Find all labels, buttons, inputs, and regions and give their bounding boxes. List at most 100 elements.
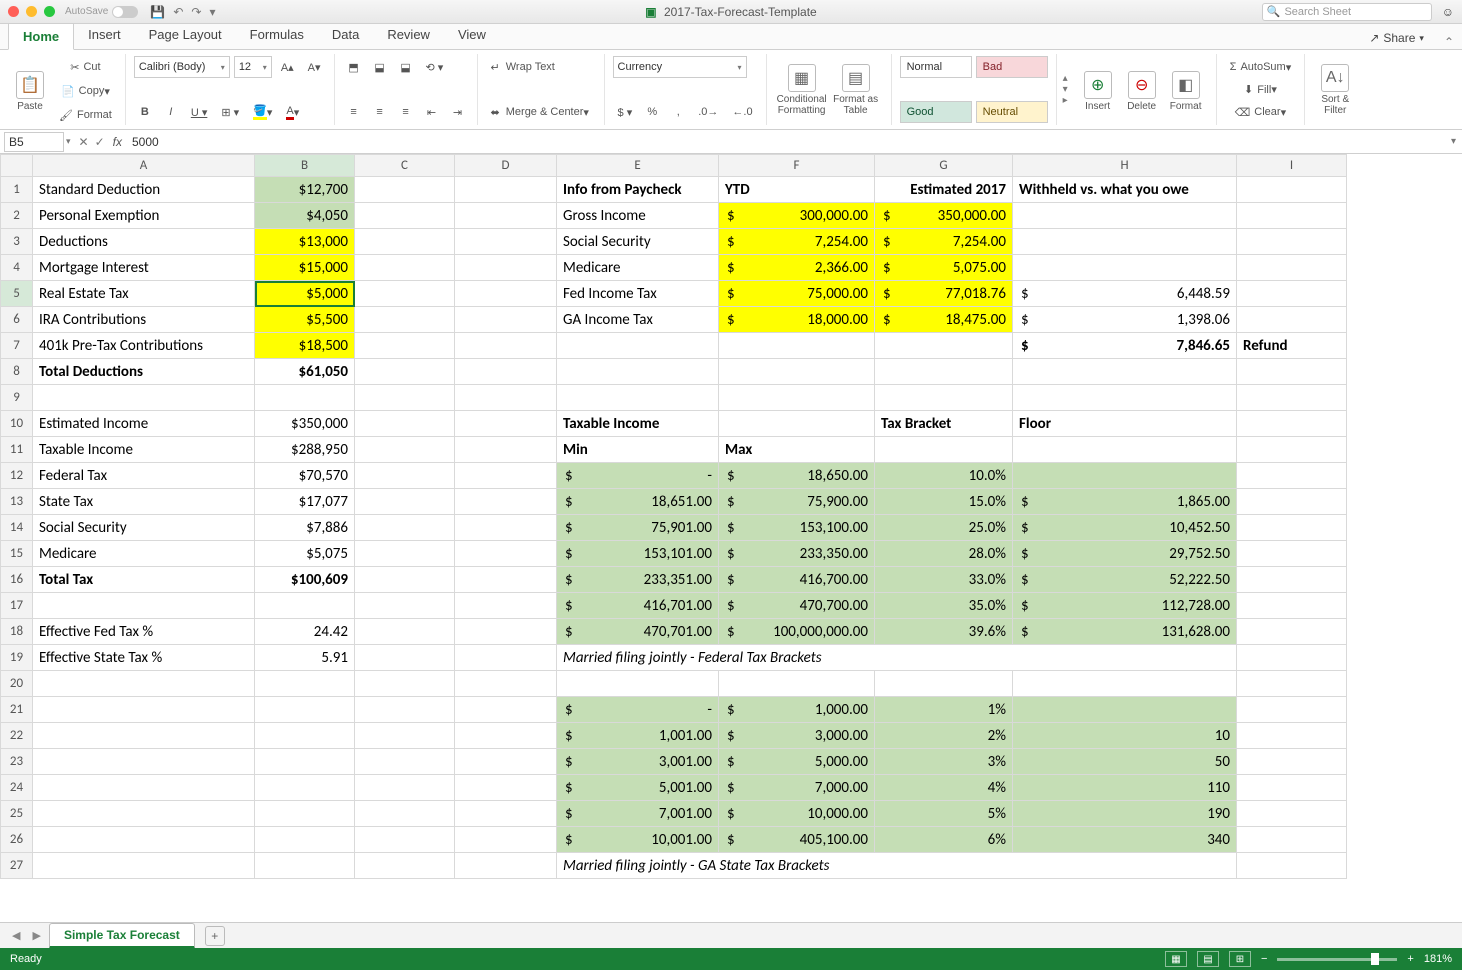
increase-indent-icon[interactable]: ⇥: [447, 101, 469, 123]
cell-D21[interactable]: [455, 697, 557, 723]
cell-G9[interactable]: [875, 385, 1013, 411]
cell-I2[interactable]: [1237, 203, 1347, 229]
row-header-14[interactable]: 14: [1, 515, 33, 541]
cell-C7[interactable]: [355, 333, 455, 359]
orientation-icon[interactable]: ⟲ ▾: [421, 56, 449, 78]
cell-D12[interactable]: [455, 463, 557, 489]
cell-D4[interactable]: [455, 255, 557, 281]
expand-formula-icon[interactable]: ▾: [1451, 136, 1456, 147]
cell-I15[interactable]: [1237, 541, 1347, 567]
cell-I20[interactable]: [1237, 671, 1347, 697]
cell-H15[interactable]: $29,752.50: [1013, 541, 1237, 567]
cell-F5[interactable]: $75,000.00: [719, 281, 875, 307]
cell-A25[interactable]: [33, 801, 255, 827]
row-header-11[interactable]: 11: [1, 437, 33, 463]
cell-D14[interactable]: [455, 515, 557, 541]
row-header-17[interactable]: 17: [1, 593, 33, 619]
cell-E22[interactable]: $1,001.00: [557, 723, 719, 749]
cell-B10[interactable]: $350,000: [255, 411, 355, 437]
cell-G3[interactable]: $7,254.00: [875, 229, 1013, 255]
cell-A22[interactable]: [33, 723, 255, 749]
cell-H13[interactable]: $1,865.00: [1013, 489, 1237, 515]
cell-C23[interactable]: [355, 749, 455, 775]
cell-C11[interactable]: [355, 437, 455, 463]
cell-D1[interactable]: [455, 177, 557, 203]
cell-H22[interactable]: 10: [1013, 723, 1237, 749]
cell-D13[interactable]: [455, 489, 557, 515]
cell-A14[interactable]: Social Security: [33, 515, 255, 541]
cell-B25[interactable]: [255, 801, 355, 827]
row-header-26[interactable]: 26: [1, 827, 33, 853]
cell-G25[interactable]: 5%: [875, 801, 1013, 827]
cell-B26[interactable]: [255, 827, 355, 853]
row-header-2[interactable]: 2: [1, 203, 33, 229]
cell-I21[interactable]: [1237, 697, 1347, 723]
cell-F12[interactable]: $18,650.00: [719, 463, 875, 489]
sheet-tab-active[interactable]: Simple Tax Forecast: [49, 923, 195, 949]
cell-B5[interactable]: $5,000: [255, 281, 355, 307]
cell-A23[interactable]: [33, 749, 255, 775]
name-box[interactable]: B5: [4, 132, 64, 152]
cell-H10[interactable]: Floor: [1013, 411, 1237, 437]
cell-G12[interactable]: 10.0%: [875, 463, 1013, 489]
underline-button[interactable]: U ▾: [186, 101, 213, 123]
style-normal[interactable]: Normal: [900, 56, 972, 78]
cell-D7[interactable]: [455, 333, 557, 359]
delete-cells-button[interactable]: ⊖Delete: [1120, 56, 1164, 126]
cell-G8[interactable]: [875, 359, 1013, 385]
cell-F18[interactable]: $100,000,000.00: [719, 619, 875, 645]
decrease-indent-icon[interactable]: ⇤: [421, 101, 443, 123]
cell-C3[interactable]: [355, 229, 455, 255]
clear-button[interactable]: ⌫ Clear ▾: [1225, 101, 1297, 123]
cell-I5[interactable]: [1237, 281, 1347, 307]
cell-E2[interactable]: Gross Income: [557, 203, 719, 229]
cell-I27[interactable]: [1237, 853, 1347, 879]
select-all-corner[interactable]: [1, 155, 33, 177]
cell-H25[interactable]: 190: [1013, 801, 1237, 827]
cell-B16[interactable]: $100,609: [255, 567, 355, 593]
comma-button[interactable]: ,: [667, 101, 689, 123]
insert-cells-button[interactable]: ⊕Insert: [1076, 56, 1120, 126]
cell-B1[interactable]: $12,700: [255, 177, 355, 203]
cell-D16[interactable]: [455, 567, 557, 593]
row-header-18[interactable]: 18: [1, 619, 33, 645]
normal-view-icon[interactable]: ▦: [1165, 951, 1187, 967]
cell-I26[interactable]: [1237, 827, 1347, 853]
style-bad[interactable]: Bad: [976, 56, 1048, 78]
cell-A6[interactable]: IRA Contributions: [33, 307, 255, 333]
cell-A7[interactable]: 401k Pre-Tax Contributions: [33, 333, 255, 359]
zoom-in-icon[interactable]: +: [1407, 953, 1413, 965]
tab-review[interactable]: Review: [373, 22, 444, 49]
cell-I11[interactable]: [1237, 437, 1347, 463]
cell-A3[interactable]: Deductions: [33, 229, 255, 255]
cell-D3[interactable]: [455, 229, 557, 255]
cell-A18[interactable]: Effective Fed Tax %: [33, 619, 255, 645]
cell-G22[interactable]: 2%: [875, 723, 1013, 749]
tab-insert[interactable]: Insert: [74, 22, 135, 49]
cell-C15[interactable]: [355, 541, 455, 567]
cell-D9[interactable]: [455, 385, 557, 411]
cell-D27[interactable]: [455, 853, 557, 879]
namebox-dropdown-icon[interactable]: ▾: [66, 136, 71, 147]
align-left-icon[interactable]: ≡: [343, 101, 365, 123]
cell-I1[interactable]: [1237, 177, 1347, 203]
cell-E10[interactable]: Taxable Income: [557, 411, 719, 437]
cell-A15[interactable]: Medicare: [33, 541, 255, 567]
col-header-C[interactable]: C: [355, 155, 455, 177]
merge-center-button[interactable]: ⬌ Merge & Center ▾: [486, 101, 596, 123]
cell-B2[interactable]: $4,050: [255, 203, 355, 229]
cell-H24[interactable]: 110: [1013, 775, 1237, 801]
row-header-6[interactable]: 6: [1, 307, 33, 333]
align-top-icon[interactable]: ⬒: [343, 56, 365, 78]
cell-H20[interactable]: [1013, 671, 1237, 697]
cell-C9[interactable]: [355, 385, 455, 411]
cell-I22[interactable]: [1237, 723, 1347, 749]
cell-A4[interactable]: Mortgage Interest: [33, 255, 255, 281]
cell-B7[interactable]: $18,500: [255, 333, 355, 359]
cell-A13[interactable]: State Tax: [33, 489, 255, 515]
row-header-16[interactable]: 16: [1, 567, 33, 593]
row-header-19[interactable]: 19: [1, 645, 33, 671]
cell-F9[interactable]: [719, 385, 875, 411]
bold-button[interactable]: B: [134, 101, 156, 123]
col-header-E[interactable]: E: [557, 155, 719, 177]
